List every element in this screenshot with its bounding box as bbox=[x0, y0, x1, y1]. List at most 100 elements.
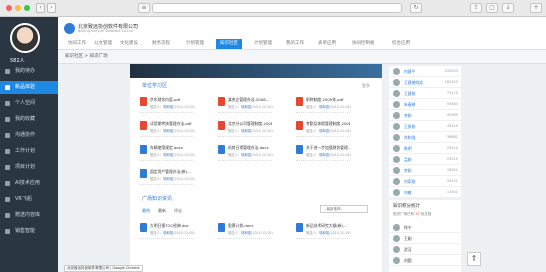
tab-apps[interactable]: 综合应用 bbox=[388, 39, 414, 49]
list-item[interactable]: 刘敏 14301 bbox=[389, 187, 461, 198]
list-item[interactable]: 徐和强 36681 bbox=[389, 132, 461, 143]
recommend-select[interactable]: --最新推荐-- bbox=[320, 205, 368, 213]
pdf-icon bbox=[296, 97, 303, 106]
list-item[interactable]: 李刚 45989 bbox=[389, 110, 461, 121]
list-item[interactable]: 李刚 18551 bbox=[389, 165, 461, 176]
sidebar-item-favorites[interactable]: 我的收藏 bbox=[0, 113, 58, 126]
pdf-icon bbox=[140, 121, 147, 130]
tab-finance[interactable]: 财务流程 bbox=[148, 39, 174, 49]
doc-card[interactable]: 机房日常管理办法.docx 推送人：徐和强(2014-12-05) bbox=[218, 144, 273, 161]
avatar bbox=[393, 112, 400, 119]
address-bar[interactable] bbox=[152, 3, 402, 13]
pdf-icon bbox=[218, 121, 225, 130]
browser-window: ‹ › ≡ ↻ ⇪ ▢ ↓ + 582人 我的待办 新品体验 个人空间 我的收藏… bbox=[0, 0, 546, 272]
doc-icon bbox=[296, 223, 303, 232]
pdf-icon bbox=[296, 121, 303, 130]
list-item[interactable]: 孟刚 25510 bbox=[389, 154, 461, 165]
top-header: 北京致远协创软件有限公司 Beijing Seeyon Software Co.… bbox=[58, 17, 546, 50]
stats-title: 知识积分统计 bbox=[393, 204, 420, 209]
avatar bbox=[393, 257, 400, 264]
doc-card[interactable]: 关于进一步加强财务管理... 推送人：徐和强(2014-12-05) bbox=[296, 144, 351, 161]
stats-panel: 知识积分统计 知识广场已有 33 份文档 徐宁 王刚 武汉 刘国 bbox=[389, 200, 461, 272]
list-item[interactable]: 王建美刚尧 182425 bbox=[389, 77, 461, 88]
list-item[interactable]: 王刚 bbox=[389, 233, 461, 244]
avatar bbox=[393, 189, 400, 196]
sidebar-item-sales[interactable]: 销售智能 bbox=[0, 225, 58, 238]
tab-comments[interactable]: 评论 bbox=[174, 208, 182, 214]
new-tab-icon[interactable]: + bbox=[530, 3, 542, 13]
browser-toolbar: ‹ › ≡ ↻ ⇪ ▢ ↓ + bbox=[0, 0, 546, 17]
tab-plan[interactable]: 计划管理 bbox=[182, 39, 208, 49]
section-title-learning: 单位学习区 bbox=[142, 83, 168, 89]
doc-card[interactable]: 大明日报TOC经典.doc 推送人：徐和强(2014-12-05) bbox=[140, 222, 195, 239]
sidebar-item-collab[interactable]: 沟通协作 bbox=[0, 129, 58, 142]
tab-latest[interactable]: 最新 bbox=[158, 208, 166, 214]
company-name-en: Beijing Seeyon Software Co.Ltd bbox=[78, 29, 133, 33]
vr-icon bbox=[5, 197, 10, 202]
doc-card[interactable]: 固定资产管理办法(新)... 推送人：徐和强(2014-12-05) bbox=[140, 168, 195, 185]
tabs-icon[interactable]: ▢ bbox=[486, 3, 498, 13]
tab-hot[interactable]: 最热 bbox=[142, 208, 150, 214]
doc-card[interactable]: 京东财务内容.pdf 推送人：徐和强(2014-12-05) bbox=[140, 96, 195, 113]
sidebar-item-project[interactable]: 项目计划 bbox=[0, 161, 58, 174]
avatar bbox=[393, 235, 400, 242]
avatar bbox=[393, 68, 400, 75]
list-item[interactable]: 武汉 bbox=[389, 244, 461, 255]
sidebar-item-personal[interactable]: 个人空间 bbox=[0, 97, 58, 110]
list-item[interactable]: 陈明 29510 bbox=[389, 143, 461, 154]
banner-image bbox=[130, 64, 382, 78]
avatar bbox=[393, 178, 400, 185]
tab-collab[interactable]: 协同工作 bbox=[64, 39, 90, 49]
tab-culture[interactable]: 文化建设 bbox=[116, 39, 142, 49]
tab-control[interactable]: 协同控制板 bbox=[348, 39, 379, 49]
section-title-plaza: 广场知识资讯 bbox=[142, 196, 173, 202]
avatar bbox=[393, 123, 400, 130]
sidebar-item-todo[interactable]: 我的待办 bbox=[0, 65, 58, 78]
tab-knowledge[interactable]: 知识社区 bbox=[216, 39, 242, 49]
tab-docs[interactable]: 公文管理 bbox=[90, 39, 116, 49]
avatar bbox=[393, 156, 400, 163]
doc-card[interactable]: 新品技术研究大纲(新)... 推送人：徐和强(2014-12-05) bbox=[296, 222, 351, 239]
list-item[interactable]: 徐宁 bbox=[389, 222, 461, 233]
avatar[interactable] bbox=[10, 23, 40, 53]
doc-card[interactable]: 车辆使用规定.docx 推送人：徐和强(2014-12-05) bbox=[140, 144, 195, 161]
sidebar-item-vr[interactable]: VR飞船 bbox=[0, 193, 58, 206]
close-window-button[interactable] bbox=[6, 5, 12, 11]
person-icon bbox=[5, 101, 10, 106]
todo-icon bbox=[5, 69, 10, 74]
back-button[interactable]: ‹ bbox=[36, 3, 45, 13]
list-item[interactable]: 朱春晓 59483 bbox=[389, 99, 461, 110]
sidebar-toggle-icon[interactable]: ≡ bbox=[138, 3, 150, 13]
avatar bbox=[393, 90, 400, 97]
doc-card[interactable]: 试用期考核管理办法.pdf 推送人：徐和强(2014-12-05) bbox=[140, 120, 195, 137]
tab-forms[interactable]: 表单应用 bbox=[314, 39, 340, 49]
list-item[interactable]: 刘家刚 16701 bbox=[389, 176, 461, 187]
more-link[interactable]: 更多 bbox=[362, 83, 370, 89]
zoom-window-button[interactable] bbox=[24, 5, 30, 11]
doc-card[interactable]: 股票计划.docx 推送人：徐和强(2014-12-05) bbox=[218, 222, 273, 239]
refresh-icon[interactable]: ↻ bbox=[410, 3, 422, 13]
list-item[interactable]: 王俊刚 45210 bbox=[389, 121, 461, 132]
sidebar-item-work-plan[interactable]: 工作计划 bbox=[0, 145, 58, 158]
tab-my-work[interactable]: 我的工作 bbox=[282, 39, 308, 49]
user-count: 582人 bbox=[10, 58, 25, 64]
share-icon[interactable]: ⇪ bbox=[470, 3, 482, 13]
doc-card[interactable]: 考勤及休假管理制度-2008... 推送人：徐和强(2014-12-05) bbox=[296, 120, 351, 137]
back-to-top-button[interactable]: ⇑ bbox=[467, 252, 481, 266]
stats-summary: 知识广场已有 33 份文档 bbox=[393, 212, 432, 216]
sidebar-item-ai[interactable]: AI技术应用 bbox=[0, 177, 58, 190]
list-item[interactable]: 王建刚 73110 bbox=[389, 88, 461, 99]
list-item[interactable]: 何建平 226303 bbox=[389, 66, 461, 77]
minimize-window-button[interactable] bbox=[15, 5, 21, 11]
download-icon[interactable]: ↓ bbox=[502, 3, 514, 13]
sidebar-item-library[interactable]: 赠送内容库 bbox=[0, 209, 58, 222]
doc-icon bbox=[218, 145, 225, 154]
doc-card[interactable]: 北京分公司管理制度-2008... 推送人：徐和强(2014-12-05) bbox=[218, 120, 273, 137]
doc-card[interactable]: 某央企管理办法-2008... 推送人：徐和强(2014-12-05) bbox=[218, 96, 273, 113]
forward-button[interactable]: › bbox=[47, 3, 56, 13]
tab-plan-2[interactable]: 计划管理 bbox=[250, 39, 276, 49]
doc-card[interactable]: 职称制度-2009年.pdf 推送人：徐和强(2014-12-05) bbox=[296, 96, 351, 113]
sidebar-item-new[interactable]: 新品体验 bbox=[0, 81, 58, 94]
list-item[interactable]: 刘国 bbox=[389, 255, 461, 266]
avatar bbox=[393, 101, 400, 108]
